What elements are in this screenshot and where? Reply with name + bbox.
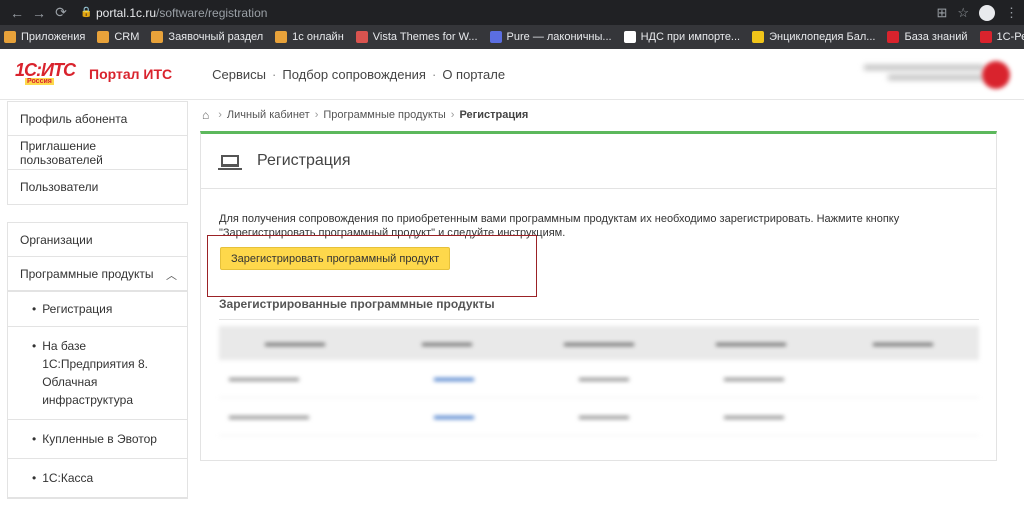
table-row: ▬▬▬▬▬▬▬ ▬▬▬▬ ▬▬▬▬▬ ▬▬▬▬▬▬ [219, 360, 979, 398]
bookmark-icon [752, 31, 764, 43]
translate-icon[interactable]: ⊞ [936, 5, 947, 21]
bookmark-icon [490, 31, 502, 43]
table-row: ▬▬▬▬▬▬▬▬ ▬▬▬▬ ▬▬▬▬▬ ▬▬▬▬▬▬ [219, 398, 979, 436]
bookmarks-bar: Приложения CRM Заявочный раздел 1с онлай… [0, 25, 1024, 49]
sidebar-group-account: Профиль абонента Приглашение пользовател… [7, 101, 188, 205]
breadcrumb-account[interactable]: Личный кабинет [227, 109, 310, 121]
lock-icon: 🔒 [80, 7, 96, 18]
breadcrumb-current: Регистрация [459, 109, 528, 121]
site-header: 1С:ИТС Россия Портал ИТС Сервисы · Подбо… [0, 49, 1024, 100]
laptop-icon [221, 155, 239, 167]
avatar[interactable] [982, 61, 1010, 89]
home-icon[interactable]: ⌂ [202, 108, 209, 122]
sidebar-subitem-evotor[interactable]: •Купленные в Эвотор [8, 420, 187, 459]
bookmark-icon [887, 31, 899, 43]
sidebar-subitem-kassa[interactable]: •1С:Касса [8, 459, 187, 498]
nav-separator: · [272, 67, 276, 82]
chevron-up-icon[interactable]: ︿ [166, 267, 177, 283]
star-icon[interactable]: ☆ [957, 5, 969, 21]
panel-header: Регистрация [201, 134, 996, 189]
bookmark-icon [624, 31, 636, 43]
section-title: Зарегистрированные программные продукты [219, 297, 979, 320]
url-host: portal.1c.ru [96, 6, 156, 20]
table-header: ▬▬▬▬▬▬ ▬▬▬▬▬ ▬▬▬▬▬▬▬ ▬▬▬▬▬▬▬ ▬▬▬▬▬▬ [219, 326, 979, 360]
bookmark-item[interactable]: 1С-Рейтинг: Прогр... [980, 31, 1024, 43]
its-logo[interactable]: 1С:ИТС Россия [15, 60, 73, 88]
sidebar-subitem-registration[interactable]: •Регистрация [8, 291, 187, 327]
url-bar[interactable]: 🔒 portal.1c.ru /software/registration [80, 3, 928, 22]
breadcrumb-software[interactable]: Программные продукты [323, 109, 445, 121]
bookmark-item[interactable]: Vista Themes for W... [356, 31, 478, 43]
main-content: ⌂ › Личный кабинет › Программные продукт… [200, 101, 997, 129]
page-title: Регистрация [257, 152, 351, 170]
apps-icon [4, 31, 16, 43]
bookmark-item[interactable]: Приложения [4, 31, 85, 43]
sidebar-item-profile[interactable]: Профиль абонента [8, 102, 187, 136]
portal-name[interactable]: Портал ИТС [89, 66, 172, 82]
breadcrumb: ⌂ › Личный кабинет › Программные продукт… [200, 101, 997, 129]
forward-icon[interactable]: → [28, 5, 50, 21]
browser-toolbar: ← → ⟳ 🔒 portal.1c.ru /software/registrat… [0, 0, 1024, 25]
bookmark-item[interactable]: НДС при импорте... [624, 31, 741, 43]
registration-panel: Регистрация Для получения сопровождения … [200, 131, 997, 461]
top-nav: Сервисы · Подбор сопровождения · О порта… [212, 67, 505, 82]
profile-icon[interactable] [979, 5, 995, 21]
bookmark-icon [151, 31, 163, 43]
sidebar-item-users[interactable]: Пользователи [8, 170, 187, 204]
register-product-button[interactable]: Зарегистрировать программный продукт [220, 247, 450, 270]
sidebar: Профиль абонента Приглашение пользовател… [7, 101, 188, 516]
bookmark-item[interactable]: База знаний [887, 31, 967, 43]
bookmark-icon [356, 31, 368, 43]
bookmark-icon [275, 31, 287, 43]
nav-about[interactable]: О портале [442, 67, 505, 82]
url-path: /software/registration [156, 6, 267, 20]
sidebar-group-products: Организации Программные продукты ︿ •Реги… [7, 222, 188, 499]
bookmark-icon [97, 31, 109, 43]
bookmark-item[interactable]: Энциклопедия Бал... [752, 31, 875, 43]
nav-support-selection[interactable]: Подбор сопровождения [282, 67, 426, 82]
sidebar-item-software[interactable]: Программные продукты ︿ [8, 257, 187, 291]
nav-separator: · [432, 67, 436, 82]
registered-products-table-blurred: ▬▬▬▬▬▬ ▬▬▬▬▬ ▬▬▬▬▬▬▬ ▬▬▬▬▬▬▬ ▬▬▬▬▬▬ ▬▬▬▬… [219, 326, 979, 436]
user-info-blurred [864, 65, 984, 85]
sidebar-item-organizations[interactable]: Организации [8, 223, 187, 257]
sidebar-item-invite[interactable]: Приглашение пользователей [8, 136, 187, 170]
reload-icon[interactable]: ⟳ [50, 4, 72, 21]
menu-icon[interactable]: ⋮ [1005, 5, 1018, 21]
bookmark-icon [980, 31, 992, 43]
nav-services[interactable]: Сервисы [212, 67, 266, 82]
bookmark-item[interactable]: Заявочный раздел [151, 31, 263, 43]
bookmark-item[interactable]: 1с онлайн [275, 31, 344, 43]
back-icon[interactable]: ← [6, 5, 28, 21]
sidebar-item-label: Программные продукты [20, 267, 154, 281]
sidebar-subitem-cloud[interactable]: •На базе 1С:Предприятия 8. Облачная инфр… [8, 327, 187, 420]
bookmark-item[interactable]: CRM [97, 31, 139, 43]
bookmark-item[interactable]: Pure — лаконичны... [490, 31, 612, 43]
